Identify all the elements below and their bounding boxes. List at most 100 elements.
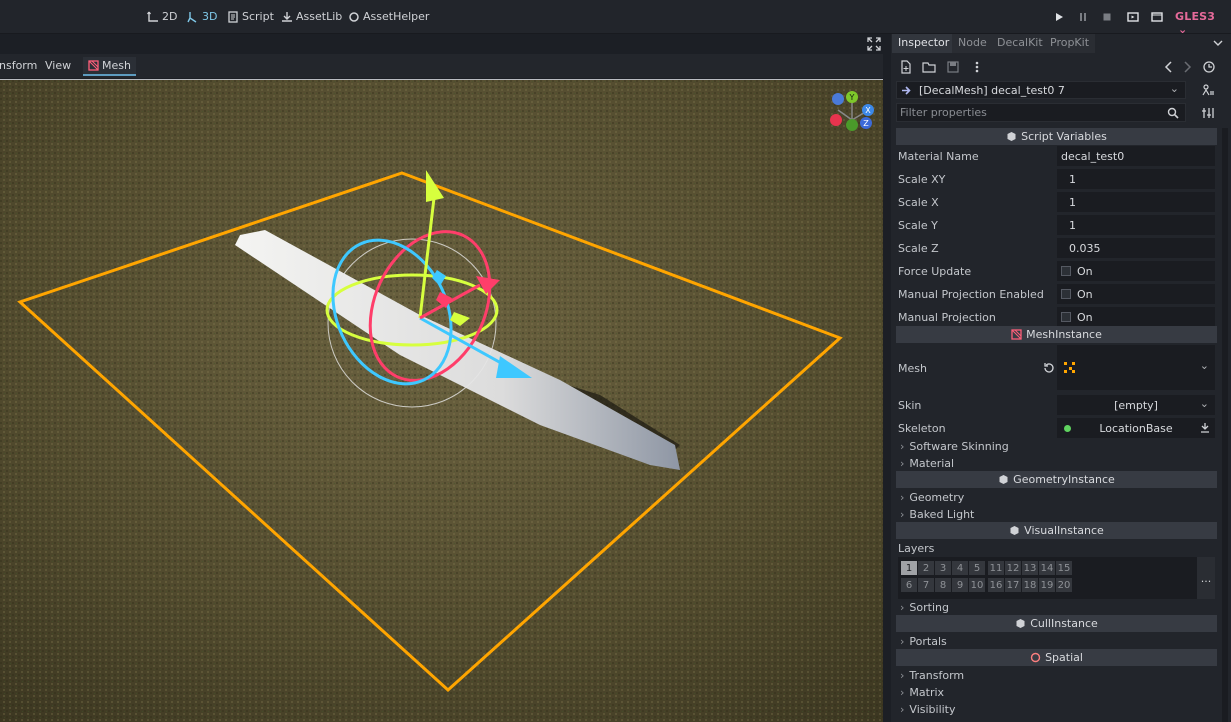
- layer-toggle[interactable]: 8: [935, 578, 951, 592]
- scale-x-field[interactable]: 1: [1057, 192, 1215, 212]
- layer-toggle[interactable]: 2: [918, 561, 934, 575]
- layer-toggle[interactable]: 19: [1039, 578, 1055, 592]
- transform-menu[interactable]: nsform: [0, 59, 37, 72]
- mesh-menu[interactable]: Mesh: [83, 57, 136, 76]
- section-cull-instance[interactable]: CullInstance: [896, 615, 1217, 632]
- tab-decalkit[interactable]: DecalKit: [991, 34, 1049, 53]
- checkbox-icon: [1061, 289, 1071, 299]
- scale-xy-field[interactable]: 1: [1057, 169, 1215, 189]
- section-mesh-instance[interactable]: MeshInstance: [896, 326, 1217, 343]
- new-resource-icon[interactable]: [899, 60, 913, 74]
- inspector-scrollbar[interactable]: [1222, 128, 1228, 722]
- manual-projection-enabled-checkbox[interactable]: On: [1057, 284, 1215, 304]
- stop-icon[interactable]: [1100, 10, 1114, 24]
- revert-icon[interactable]: [1042, 361, 1056, 375]
- tab-node[interactable]: Node: [952, 34, 993, 53]
- layer-toggle[interactable]: 16: [988, 578, 1004, 592]
- layer-toggle[interactable]: 4: [952, 561, 968, 575]
- skin-value: [empty]: [1114, 398, 1158, 412]
- 3d-icon: [187, 12, 197, 23]
- section-visual-instance[interactable]: VisualInstance: [896, 522, 1217, 539]
- dock-menu-icon[interactable]: [1211, 36, 1225, 50]
- scale-xy-value: 1: [1069, 172, 1076, 186]
- section-geometry-instance[interactable]: GeometryInstance: [896, 471, 1217, 488]
- open-resource-icon[interactable]: [922, 60, 936, 74]
- group-matrix-label: Matrix: [909, 686, 945, 699]
- layer-toggle[interactable]: 6: [901, 578, 917, 592]
- layer-toggle[interactable]: 9: [952, 578, 968, 592]
- layer-toggle[interactable]: 20: [1056, 578, 1072, 592]
- tab-propkit[interactable]: PropKit: [1044, 34, 1096, 53]
- distraction-free-icon[interactable]: [867, 37, 881, 51]
- more-options-icon[interactable]: [970, 60, 984, 74]
- ground-texture: [0, 80, 883, 722]
- play-custom-scene-icon[interactable]: [1150, 10, 1164, 24]
- workspace-script-button[interactable]: Script: [227, 9, 274, 25]
- object-properties-icon[interactable]: [1201, 83, 1215, 97]
- viewport-scene[interactable]: Y X Z: [0, 80, 883, 722]
- layer-toggle[interactable]: 3: [935, 561, 951, 575]
- renderer-selector[interactable]: GLES3 ⌄: [1175, 10, 1231, 36]
- group-transform[interactable]: › Transform: [900, 669, 964, 682]
- workspace-2d-button[interactable]: 2D: [147, 9, 177, 25]
- group-sorting[interactable]: › Sorting: [900, 601, 949, 614]
- chevron-down-icon: ⌄: [1199, 359, 1209, 372]
- skeleton-node-path[interactable]: LocationBase: [1057, 418, 1215, 438]
- mesh-label: Mesh: [898, 362, 927, 375]
- workspace-assetlib-button[interactable]: AssetLib: [281, 9, 342, 25]
- history-back-icon[interactable]: [1162, 60, 1176, 74]
- layer-toggle[interactable]: 15: [1056, 561, 1072, 575]
- search-icon: [1167, 107, 1179, 119]
- manual-projection-label: Manual Projection: [898, 311, 996, 324]
- play-scene-icon[interactable]: [1126, 10, 1140, 24]
- layer-toggle[interactable]: 18: [1022, 578, 1038, 592]
- manual-projection-checkbox[interactable]: On: [1057, 307, 1215, 327]
- layer-toggle[interactable]: 12: [1005, 561, 1021, 575]
- scale-x-label: Scale X: [898, 196, 939, 209]
- skeleton-node-icon: [1064, 425, 1071, 432]
- history-icon[interactable]: [1202, 60, 1216, 74]
- layer-toggle[interactable]: 17: [1005, 578, 1021, 592]
- material-name-field[interactable]: decal_test0: [1057, 146, 1215, 166]
- scale-y-field[interactable]: 1: [1057, 215, 1215, 235]
- group-geometry[interactable]: › Geometry: [900, 491, 964, 504]
- workspace-2d-label: 2D: [162, 10, 178, 23]
- view-menu[interactable]: View: [45, 59, 71, 72]
- layer-toggle[interactable]: 13: [1022, 561, 1038, 575]
- group-geometry-label: Geometry: [909, 491, 965, 504]
- group-baked-light[interactable]: › Baked Light: [900, 508, 974, 521]
- 3d-viewport[interactable]: Y X Z: [0, 79, 883, 722]
- history-forward-icon[interactable]: [1180, 60, 1194, 74]
- tab-inspector[interactable]: Inspector: [892, 34, 956, 53]
- layer-toggle[interactable]: 10: [969, 578, 985, 592]
- clear-path-icon[interactable]: [1200, 422, 1210, 434]
- section-cull-instance-label: CullInstance: [1030, 617, 1098, 630]
- cube-icon: [1007, 132, 1016, 141]
- layer-toggle[interactable]: 11: [988, 561, 1004, 575]
- group-matrix[interactable]: › Matrix: [900, 686, 944, 699]
- workspace-3d-button[interactable]: 3D: [187, 9, 217, 25]
- layer-toggle[interactable]: 5: [969, 561, 985, 575]
- filter-properties-input[interactable]: Filter properties: [896, 103, 1186, 122]
- save-resource-icon[interactable]: [946, 60, 960, 74]
- tools-icon[interactable]: [1201, 106, 1215, 120]
- skin-resource-picker[interactable]: [empty] ⌄: [1057, 395, 1215, 415]
- group-portals[interactable]: › Portals: [900, 635, 947, 648]
- svg-text:Y: Y: [849, 93, 855, 102]
- section-script-variables[interactable]: Script Variables: [896, 128, 1217, 145]
- pause-icon[interactable]: [1076, 10, 1090, 24]
- section-spatial[interactable]: Spatial: [896, 649, 1217, 666]
- layer-toggle[interactable]: 14: [1039, 561, 1055, 575]
- layer-toggle[interactable]: 1: [901, 561, 917, 575]
- force-update-checkbox[interactable]: On: [1057, 261, 1215, 281]
- group-material[interactable]: › Material: [900, 457, 954, 470]
- play-icon[interactable]: [1052, 10, 1066, 24]
- object-selector[interactable]: [DecalMesh] decal_test0 7 ⌄: [896, 81, 1186, 99]
- mesh-resource-picker[interactable]: ⌄: [1057, 345, 1215, 390]
- workspace-assethelper-button[interactable]: AssetHelper: [348, 9, 429, 25]
- group-visibility[interactable]: › Visibility: [900, 703, 956, 716]
- layer-toggle[interactable]: 7: [918, 578, 934, 592]
- group-software-skinning[interactable]: › Software Skinning: [900, 440, 1009, 453]
- scale-z-field[interactable]: 0.035: [1057, 238, 1215, 258]
- layers-more-button[interactable]: ...: [1197, 557, 1215, 599]
